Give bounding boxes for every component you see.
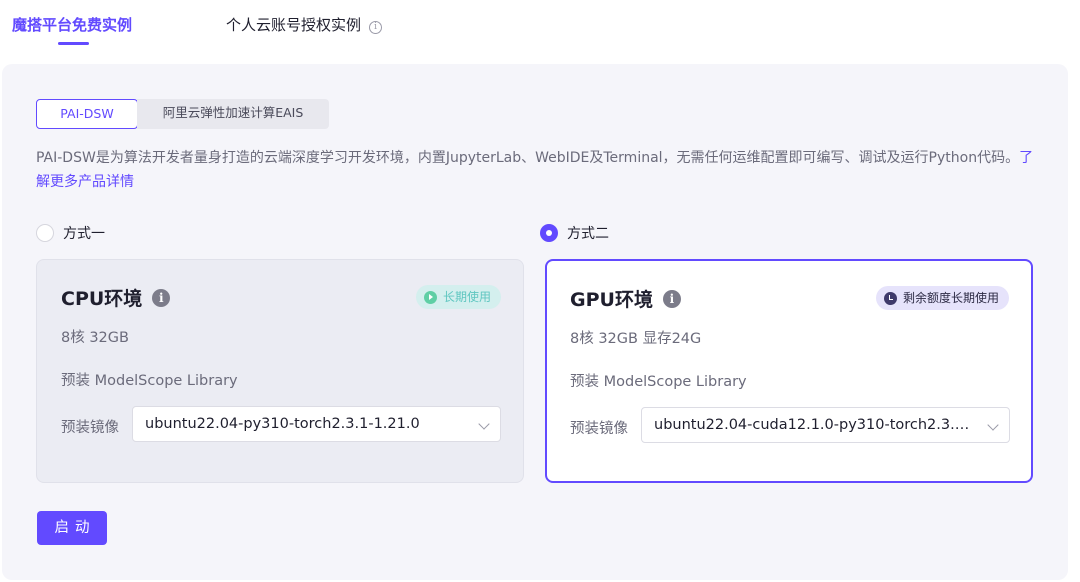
cpu-image-label: 预装镜像	[61, 420, 119, 436]
cpu-title-text: CPU环境	[61, 288, 143, 310]
gpu-image-label: 预装镜像	[570, 421, 628, 437]
tab-modelscope-free-label: 魔搭平台免费实例	[12, 16, 133, 34]
tab-modelscope-free[interactable]: 魔搭平台免费实例	[12, 15, 132, 35]
option-1[interactable]: 方式一	[36, 223, 105, 243]
quota-badge-label: 剩余额度长期使用	[902, 291, 999, 305]
radio-option-2[interactable]	[540, 224, 558, 242]
cpu-library: 预装 ModelScope Library	[61, 373, 238, 389]
cpu-card[interactable]: CPU环境 i 长期使用 8核 32GB 预装 ModelScope Libra…	[36, 259, 524, 483]
quota-badge: 剩余额度长期使用	[875, 286, 1009, 310]
instance-panel: PAI-DSW 阿里云弹性加速计算EAIS PAI-DSW是为算法开发者量身打造…	[2, 64, 1068, 580]
product-switch: PAI-DSW 阿里云弹性加速计算EAIS	[36, 99, 329, 129]
start-button[interactable]: 启动	[37, 511, 107, 545]
segment-pai-dsw[interactable]: PAI-DSW	[36, 99, 138, 129]
segment-eais[interactable]: 阿里云弹性加速计算EAIS	[137, 99, 329, 129]
info-icon[interactable]: i	[369, 21, 383, 34]
long-term-badge: 长期使用	[415, 285, 501, 309]
gpu-card[interactable]: GPU环境 i 剩余额度长期使用 8核 32GB 显存24G 预装 ModelS…	[545, 259, 1033, 483]
long-term-badge-label: 长期使用	[442, 290, 491, 304]
gpu-card-title: GPU环境 i	[570, 285, 681, 312]
play-icon	[423, 290, 437, 304]
cpu-spec: 8核 32GB	[61, 330, 129, 346]
tab-personal-cloud-label: 个人云账号授权实例	[226, 16, 362, 34]
gpu-library: 预装 ModelScope Library	[570, 374, 747, 390]
product-description: PAI-DSW是为算法开发者量身打造的云端深度学习开发环境，内置JupyterL…	[36, 146, 1046, 194]
gpu-image-select[interactable]: ubuntu22.04-cuda12.1.0-py310-torch2.3.1-…	[641, 407, 1010, 443]
gpu-title-text: GPU环境	[570, 289, 653, 311]
cpu-card-title: CPU环境 i	[61, 284, 171, 311]
option-2-label: 方式二	[567, 226, 609, 242]
radio-option-1[interactable]	[36, 224, 54, 242]
option-2[interactable]: 方式二	[540, 223, 609, 243]
info-icon[interactable]: i	[662, 289, 681, 308]
gpu-spec: 8核 32GB 显存24G	[570, 331, 702, 347]
tab-personal-cloud[interactable]: 个人云账号授权实例 i	[226, 15, 383, 35]
description-text: PAI-DSW是为算法开发者量身打造的云端深度学习开发环境，内置JupyterL…	[36, 150, 1020, 166]
info-icon[interactable]: i	[152, 288, 171, 307]
cpu-image-select[interactable]: ubuntu22.04-py310-torch2.3.1-1.21.0	[132, 406, 501, 442]
option-1-label: 方式一	[63, 226, 105, 242]
active-tab-underline	[58, 42, 89, 45]
clock-icon	[883, 291, 897, 305]
top-tabs: 魔搭平台免费实例 个人云账号授权实例 i	[0, 0, 1080, 60]
